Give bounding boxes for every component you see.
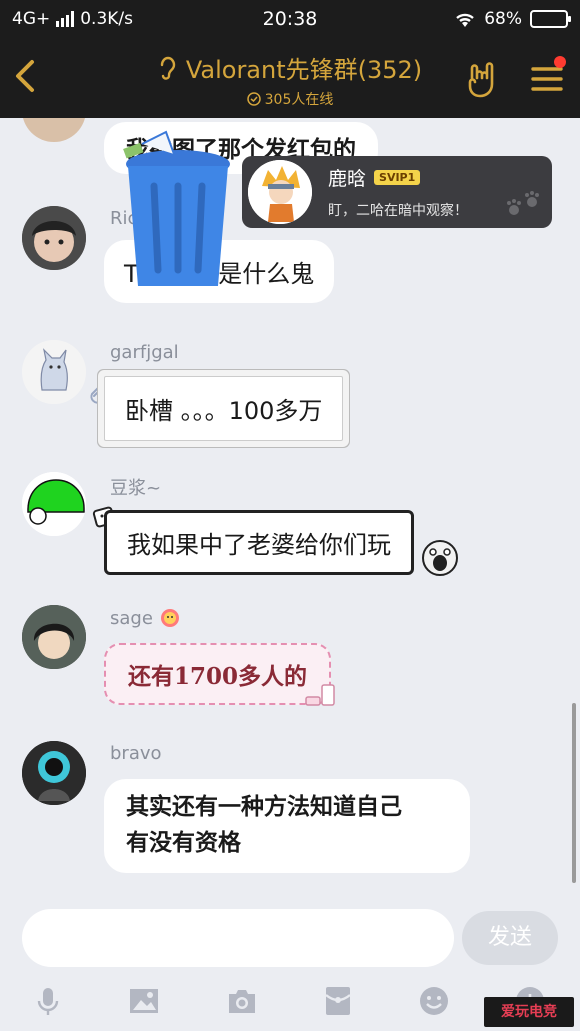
avatar-anime-boy xyxy=(22,605,86,669)
message-bubble[interactable]: 其实还有一种方法知道自己 有没有资格 xyxy=(104,779,470,873)
screaming-face-icon xyxy=(422,540,458,576)
red-packet-icon[interactable] xyxy=(322,985,354,1017)
emoji-icon[interactable] xyxy=(418,985,450,1017)
svip-badge: SVIP1 xyxy=(374,170,421,185)
message-line: 其实还有一种方法知道自己 xyxy=(126,793,402,820)
menu-button[interactable] xyxy=(530,56,566,96)
chat-area[interactable]: 我截图了那个发红包的 Ric T 然全掉是什么鬼 garfjgal 卧槽 。。。… xyxy=(0,118,580,893)
flower-badge-icon xyxy=(160,609,179,627)
message-bubble[interactable]: 还有1700多人的 xyxy=(104,643,332,705)
avatar[interactable] xyxy=(22,118,86,142)
avatar[interactable] xyxy=(22,472,86,536)
avatar[interactable] xyxy=(22,605,86,669)
wifi-icon xyxy=(456,13,475,27)
input-bar: 发送 爱玩电竞 xyxy=(0,893,580,1031)
sender-name-row: sage xyxy=(110,607,181,629)
sender-name: garfjgal xyxy=(110,342,179,363)
sender-name: bravo xyxy=(110,743,162,764)
rock-hand-icon[interactable] xyxy=(462,60,502,100)
popup-avatar[interactable] xyxy=(248,160,312,224)
microphone-icon[interactable] xyxy=(32,985,64,1017)
sender-name: 豆浆~ xyxy=(110,478,162,499)
avatar[interactable] xyxy=(22,206,86,270)
watermark-logo: 爱玩电竞 xyxy=(484,997,574,1027)
image-icon[interactable] xyxy=(128,985,160,1017)
chat-header: Valorant先锋群(352) 305人在线 xyxy=(0,40,580,118)
message-input[interactable] xyxy=(22,909,454,967)
popup-text: 盯，二哈在暗中观察！ xyxy=(328,203,468,219)
soap-bottle-icon xyxy=(305,684,335,706)
paw-prints-icon xyxy=(507,191,539,215)
avatar-cat-drawing xyxy=(22,340,86,404)
avatar[interactable] xyxy=(22,340,86,404)
group-title[interactable]: Valorant先锋群(352) xyxy=(158,50,422,85)
notification-dot xyxy=(554,56,566,68)
avatar-dark-gamer xyxy=(22,741,86,805)
popup-name: 鹿晗 xyxy=(328,168,367,190)
scrollbar[interactable] xyxy=(572,703,576,883)
status-right: 68% xyxy=(454,9,571,29)
user-popup-card[interactable]: 鹿晗 SVIP1 盯，二哈在暗中观察！ xyxy=(242,156,552,228)
message-bubble[interactable]: 卧槽 。。。100多万 xyxy=(104,376,344,441)
avatar[interactable] xyxy=(22,741,86,805)
battery-percent: 68% xyxy=(484,9,522,29)
avatar-green-helmet xyxy=(22,472,86,536)
message-line: 有没有资格 xyxy=(126,829,241,856)
avatar-child-photo xyxy=(22,206,86,270)
sender-name: sage xyxy=(110,607,153,629)
check-circle-icon xyxy=(246,92,261,106)
status-bar: 4G+ 0.3K/s 20:38 68% xyxy=(0,0,580,40)
popup-name-row: 鹿晗 SVIP1 xyxy=(328,164,421,191)
trash-can-icon[interactable] xyxy=(122,130,234,292)
send-button[interactable]: 发送 xyxy=(462,911,558,965)
battery-icon xyxy=(530,10,571,28)
message-bubble[interactable]: 我如果中了老婆给你们玩 xyxy=(104,510,414,575)
group-name: Valorant先锋群(352) xyxy=(185,56,423,84)
online-count: 305人在线 xyxy=(246,89,334,109)
avatar-ninja xyxy=(248,160,312,224)
ear-icon xyxy=(160,56,176,80)
online-label: 305人在线 xyxy=(264,92,334,108)
camera-icon[interactable] xyxy=(226,985,258,1017)
